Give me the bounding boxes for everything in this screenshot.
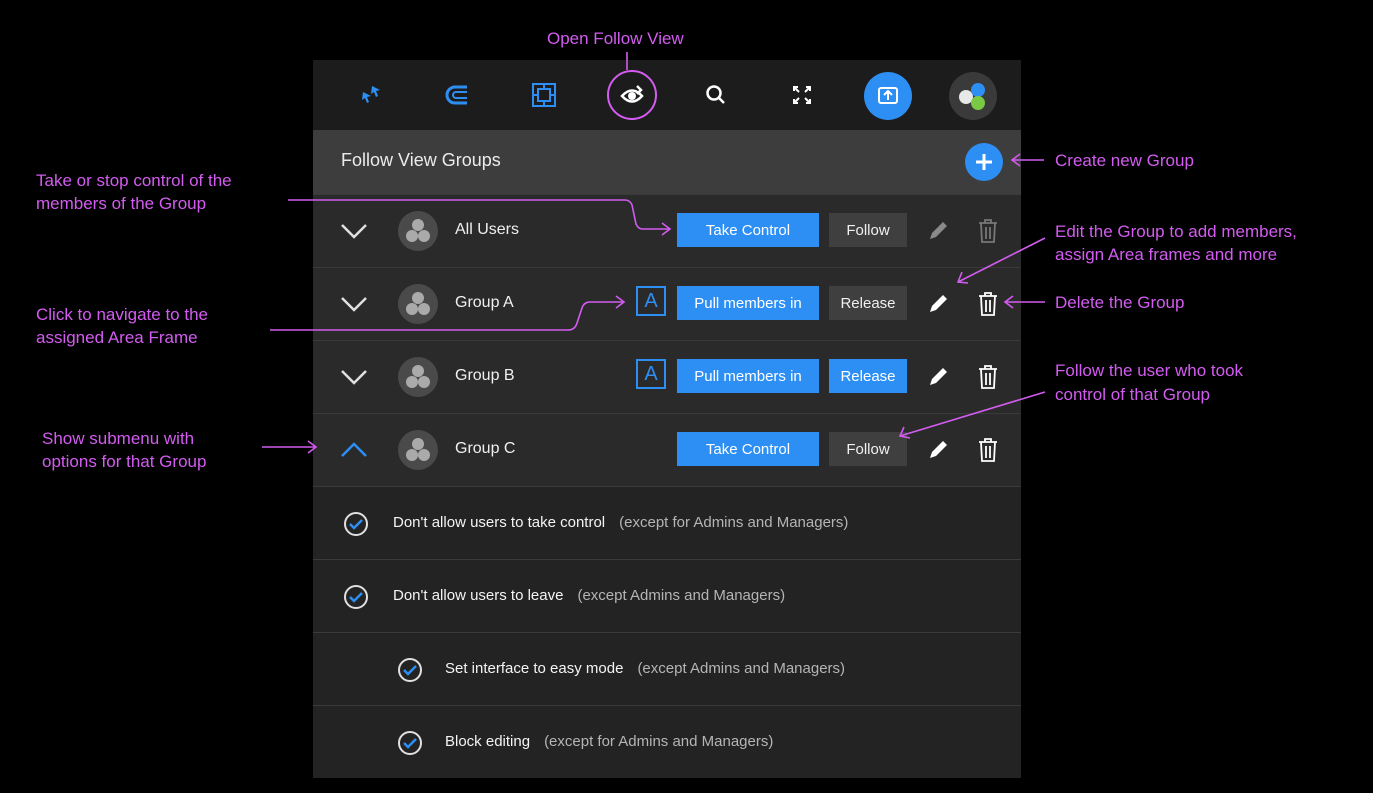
- annotation-take-control-line1: Take or stop control of the: [36, 171, 232, 190]
- annotation-open-follow-view: Open Follow View: [547, 29, 684, 48]
- annotation-delete-group: Delete the Group: [1055, 293, 1185, 312]
- annotation-follow-user-line1: Follow the user who took: [1055, 361, 1244, 380]
- annotation-submenu-line1: Show submenu with: [42, 429, 195, 448]
- annotation-navigate-area-line2: assigned Area Frame: [36, 328, 198, 347]
- annotation-follow-user-line2: control of that Group: [1055, 385, 1210, 404]
- annotation-edit-group-line2: assign Area frames and more: [1055, 245, 1278, 264]
- annotation-take-control-line2: members of the Group: [36, 194, 207, 213]
- annotation-edit-group-line1: Edit the Group to add members,: [1055, 222, 1297, 241]
- annotation-create-group: Create new Group: [1055, 151, 1194, 170]
- canvas: Follow View Groups All Users Take Contro…: [0, 0, 1373, 793]
- annotation-navigate-area-line1: Click to navigate to the: [36, 305, 208, 324]
- annotation-submenu-line2: options for that Group: [42, 452, 207, 471]
